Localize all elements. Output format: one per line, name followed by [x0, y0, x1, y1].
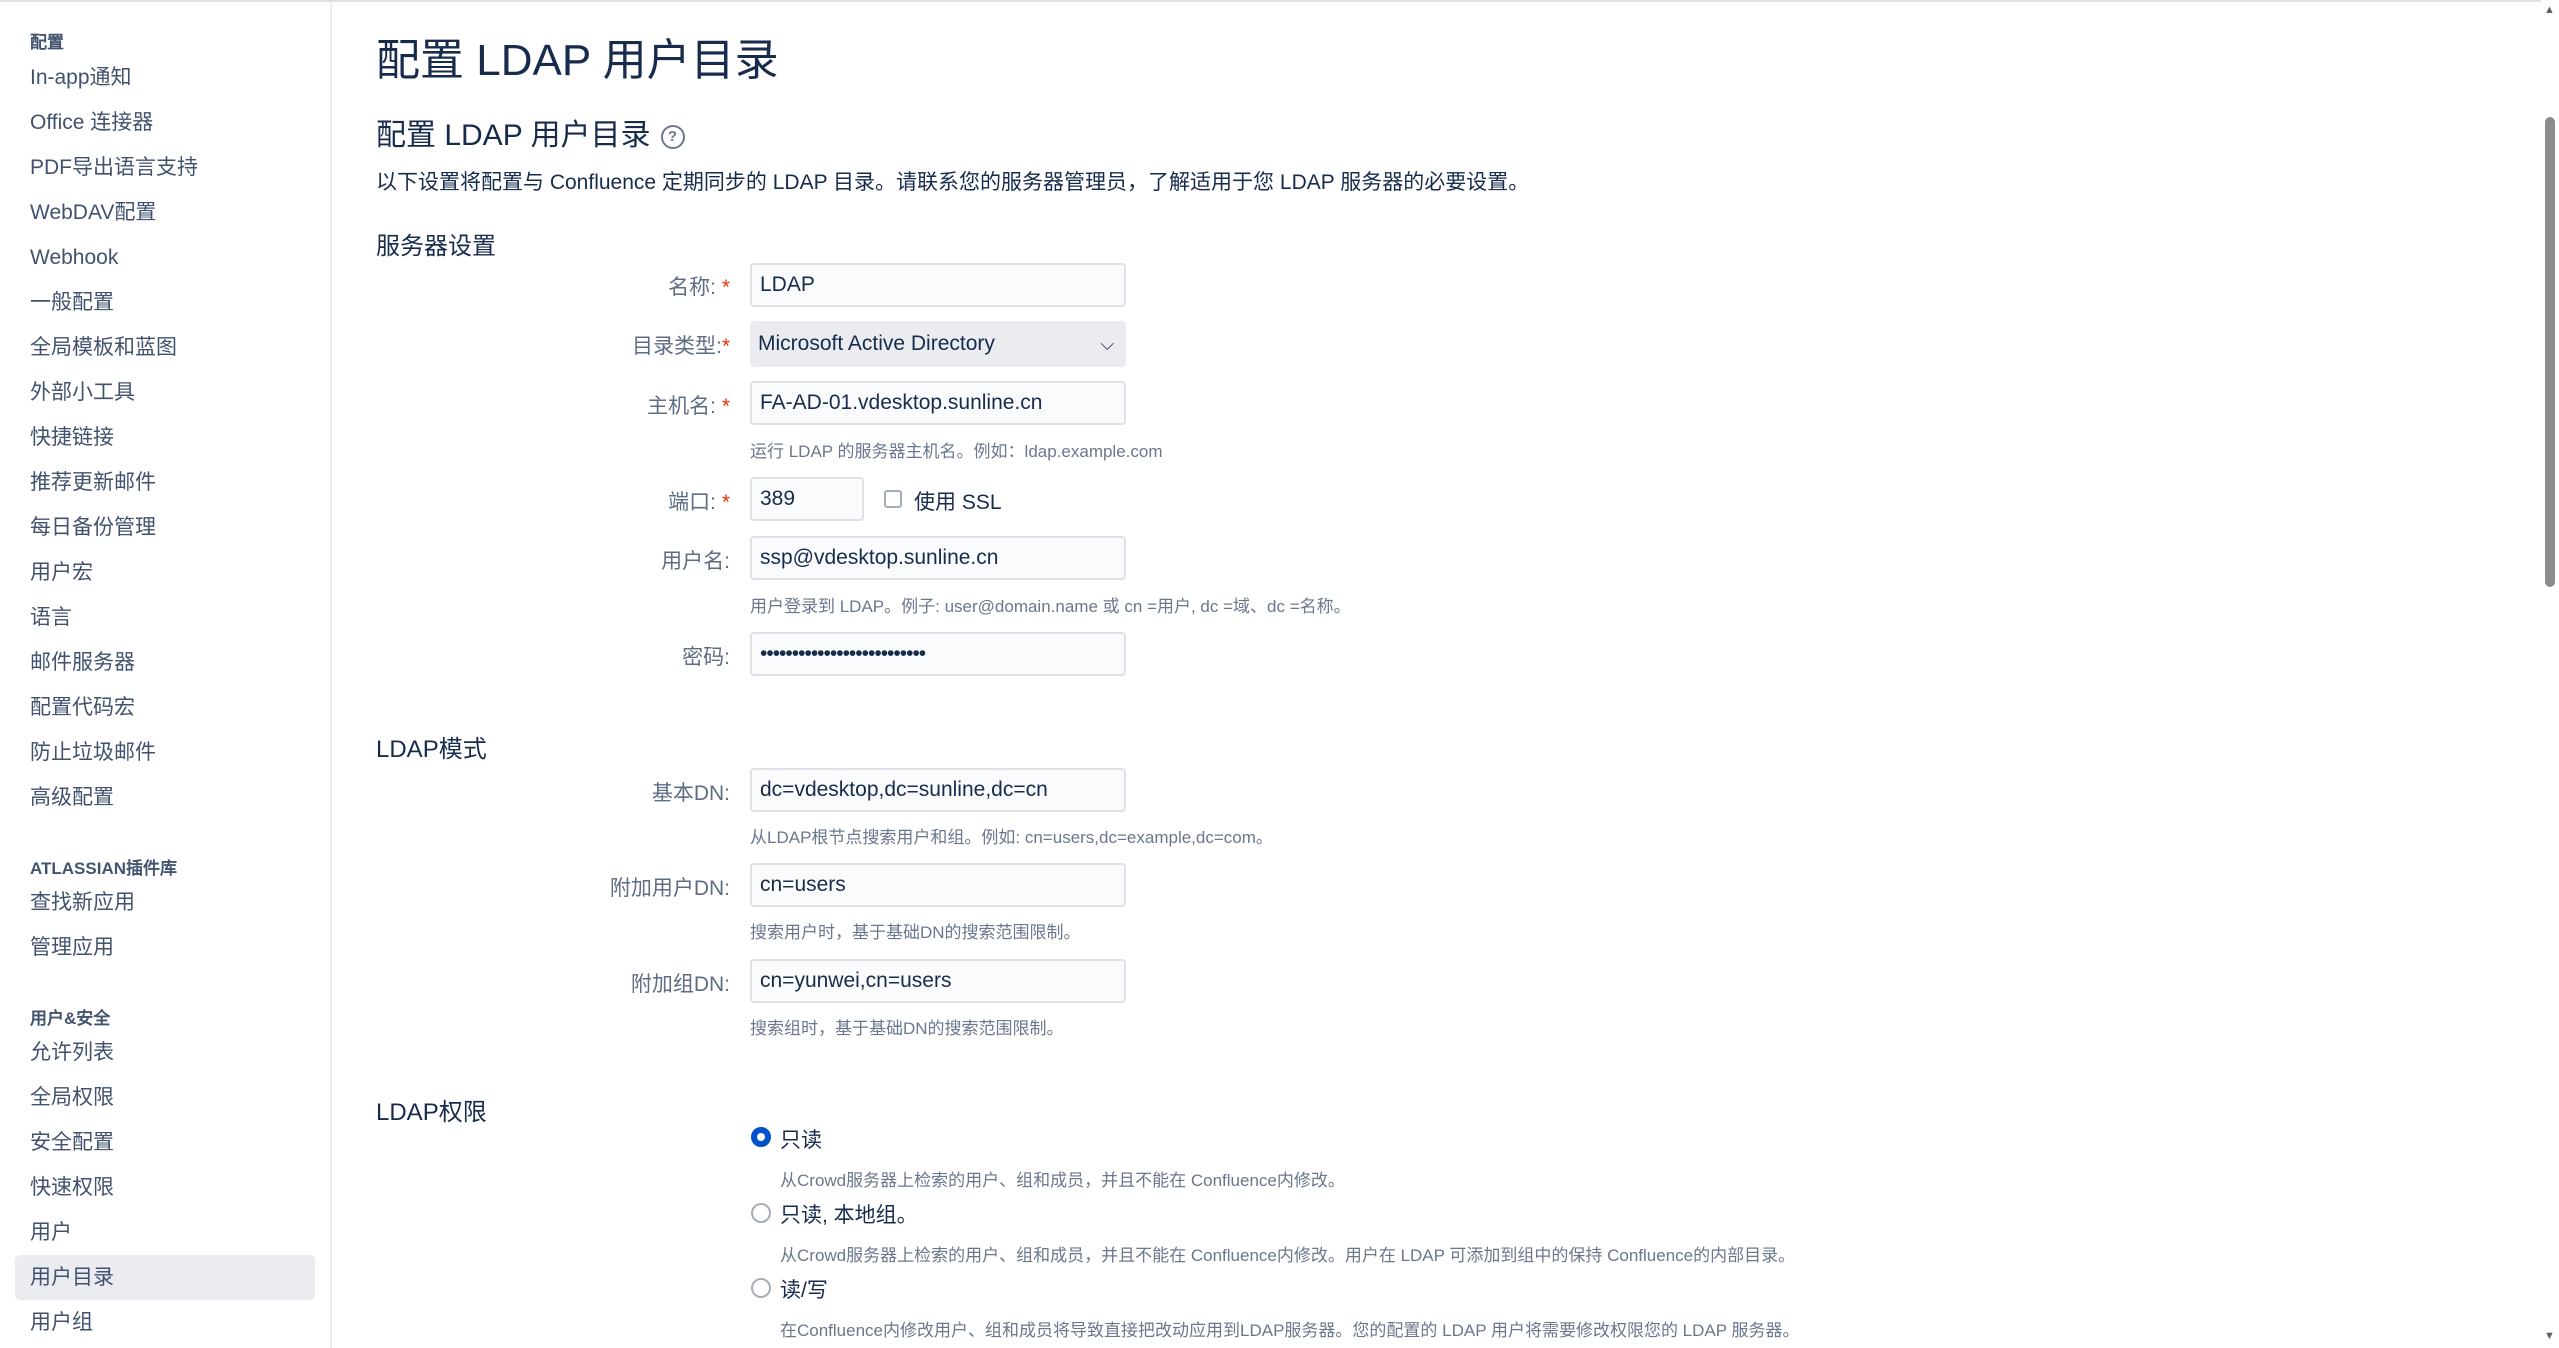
sidebar-item-users[interactable]: 用户	[15, 1210, 315, 1255]
sidebar-item-office-connector[interactable]: Office 连接器	[15, 100, 315, 145]
directory-type-label: 目录类型:*	[370, 330, 730, 360]
password-input[interactable]: ••••••••••••••••••••••••••	[750, 632, 1126, 676]
form-title: 配置 LDAP 用户目录?	[376, 110, 685, 154]
port-label: 端口: *	[370, 486, 730, 516]
page-title: 配置 LDAP 用户目录	[376, 36, 779, 85]
base-dn-label: 基本DN:	[651, 782, 730, 805]
required-marker: *	[721, 276, 730, 299]
ldap-permissions-heading: LDAP权限	[376, 1099, 487, 1126]
sidebar-item-in-app-notify[interactable]: In-app通知	[15, 55, 315, 100]
additional-group-dn-hint: 搜索组时，基于基础DN的搜索范围限制。	[750, 1019, 1064, 1038]
sidebar-item-recommended-updates[interactable]: 推荐更新邮件	[15, 460, 315, 505]
sidebar-item-gadgets[interactable]: 外部小工具	[15, 370, 315, 415]
hostname-label-text: 主机名:	[647, 395, 716, 418]
password-label: 密码:	[682, 646, 730, 669]
additional-group-dn-input[interactable]: cn=yunwei,cn=users	[750, 959, 1126, 1003]
sidebar-item-code-macro[interactable]: 配置代码宏	[15, 685, 315, 730]
directory-type-value: Microsoft Active Directory	[758, 332, 995, 355]
radio-read-only-local-groups-desc: 从Crowd服务器上检索的用户、组和成员，并且不能在 Confluence内修改…	[780, 1246, 1796, 1265]
sidebar-item-spam-prevention[interactable]: 防止垃圾邮件	[15, 730, 315, 775]
hostname-label: 主机名: *	[370, 390, 730, 420]
base-dn-input[interactable]: dc=vdesktop,dc=sunline,dc=cn	[750, 768, 1126, 812]
radio-read-only-label[interactable]: 只读	[780, 1124, 822, 1154]
use-ssl-label[interactable]: 使用 SSL	[914, 486, 1002, 516]
admin-sidebar: 配置 In-app通知 Office 连接器 PDF导出语言支持 WebDAV配…	[0, 2, 332, 1348]
use-ssl-checkbox[interactable]	[884, 490, 902, 508]
sidebar-section-marketplace: ATLASSIAN插件库	[30, 859, 178, 878]
sidebar-item-global-permissions[interactable]: 全局权限	[15, 1075, 315, 1120]
sidebar-item-pdf-language[interactable]: PDF导出语言支持	[15, 145, 315, 190]
question-circle-icon[interactable]: ?	[660, 125, 685, 149]
hostname-input[interactable]: FA-AD-01.vdesktop.sunline.cn	[750, 381, 1126, 425]
scroll-up-arrow-icon[interactable]: ▲	[2544, 4, 2555, 16]
sidebar-section-users-security: 用户&安全	[30, 1009, 111, 1028]
name-input[interactable]: LDAP	[750, 263, 1126, 307]
radio-read-only-local-groups[interactable]	[751, 1203, 771, 1223]
additional-user-dn-label: 附加用户DN:	[609, 877, 730, 900]
radio-read-only-local-groups-label[interactable]: 只读, 本地组。	[780, 1199, 918, 1229]
port-input[interactable]: 389	[750, 477, 864, 521]
sidebar-item-manage-apps[interactable]: 管理应用	[15, 925, 315, 970]
additional-group-dn-label: 附加组DN:	[630, 973, 730, 996]
sidebar-item-shortcut-links[interactable]: 快捷链接	[15, 415, 315, 460]
directory-type-select[interactable]: Microsoft Active Directory ⌵	[750, 321, 1126, 367]
additional-user-dn-hint: 搜索用户时，基于基础DN的搜索范围限制。	[750, 923, 1081, 942]
radio-read-only-desc: 从Crowd服务器上检索的用户、组和成员，并且不能在 Confluence内修改…	[780, 1171, 1345, 1190]
sidebar-item-webhook[interactable]: Webhook	[15, 235, 315, 280]
radio-read-write-desc: 在Confluence内修改用户、组和成员将导致直接把改动应用到LDAP服务器。…	[780, 1321, 1800, 1340]
name-label-text: 名称:	[668, 276, 716, 299]
additional-user-dn-input[interactable]: cn=users	[750, 863, 1126, 907]
username-input[interactable]: ssp@vdesktop.sunline.cn	[750, 536, 1126, 580]
sidebar-item-allowlist[interactable]: 允许列表	[15, 1030, 315, 1075]
sidebar-item-language[interactable]: 语言	[15, 595, 315, 640]
base-dn-hint: 从LDAP根节点搜索用户和组。例如: cn=users,dc=example,d…	[750, 828, 1273, 847]
sidebar-item-quick-permissions[interactable]: 快速权限	[15, 1165, 315, 1210]
username-hint: 用户登录到 LDAP。例子: user@domain.name 或 cn =用户…	[750, 597, 1351, 616]
sidebar-item-general-config[interactable]: 一般配置	[15, 280, 315, 325]
required-marker: *	[721, 491, 730, 514]
intro-text: 以下设置将配置与 Confluence 定期同步的 LDAP 目录。请联系您的服…	[376, 171, 1530, 194]
required-marker: *	[721, 335, 730, 358]
sidebar-item-mail-servers[interactable]: 邮件服务器	[15, 640, 315, 685]
sidebar-item-user-directories[interactable]: 用户目录	[15, 1255, 315, 1300]
sidebar-item-security-config[interactable]: 安全配置	[15, 1120, 315, 1165]
hostname-hint: 运行 LDAP 的服务器主机名。例如：ldap.example.com	[750, 442, 1163, 461]
name-label: 名称: *	[370, 271, 730, 301]
port-label-text: 端口:	[668, 491, 716, 514]
radio-read-write[interactable]	[751, 1278, 771, 1298]
radio-read-only[interactable]	[751, 1127, 771, 1147]
ldap-schema-heading: LDAP模式	[376, 736, 487, 763]
required-marker: *	[721, 395, 730, 418]
sidebar-item-groups[interactable]: 用户组	[15, 1300, 315, 1345]
chevron-down-icon: ⌵	[1100, 334, 1114, 354]
directory-type-label-text: 目录类型:	[631, 335, 722, 358]
radio-read-write-label[interactable]: 读/写	[780, 1274, 828, 1304]
form-title-text: 配置 LDAP 用户目录	[376, 119, 651, 152]
username-label: 用户名:	[661, 550, 730, 573]
sidebar-item-daily-backup[interactable]: 每日备份管理	[15, 505, 315, 550]
sidebar-item-webdav[interactable]: WebDAV配置	[15, 190, 315, 235]
sidebar-item-advanced-config[interactable]: 高级配置	[15, 775, 315, 820]
server-settings-heading: 服务器设置	[376, 233, 496, 260]
sidebar-item-find-apps[interactable]: 查找新应用	[15, 880, 315, 925]
top-border	[0, 0, 2559, 2]
sidebar-item-templates[interactable]: 全局模板和蓝图	[15, 325, 315, 370]
scroll-down-arrow-icon[interactable]: ▼	[2544, 1330, 2555, 1342]
scrollbar-thumb[interactable]	[2545, 117, 2555, 587]
sidebar-section-config: 配置	[30, 33, 64, 52]
sidebar-item-user-macros[interactable]: 用户宏	[15, 550, 315, 595]
